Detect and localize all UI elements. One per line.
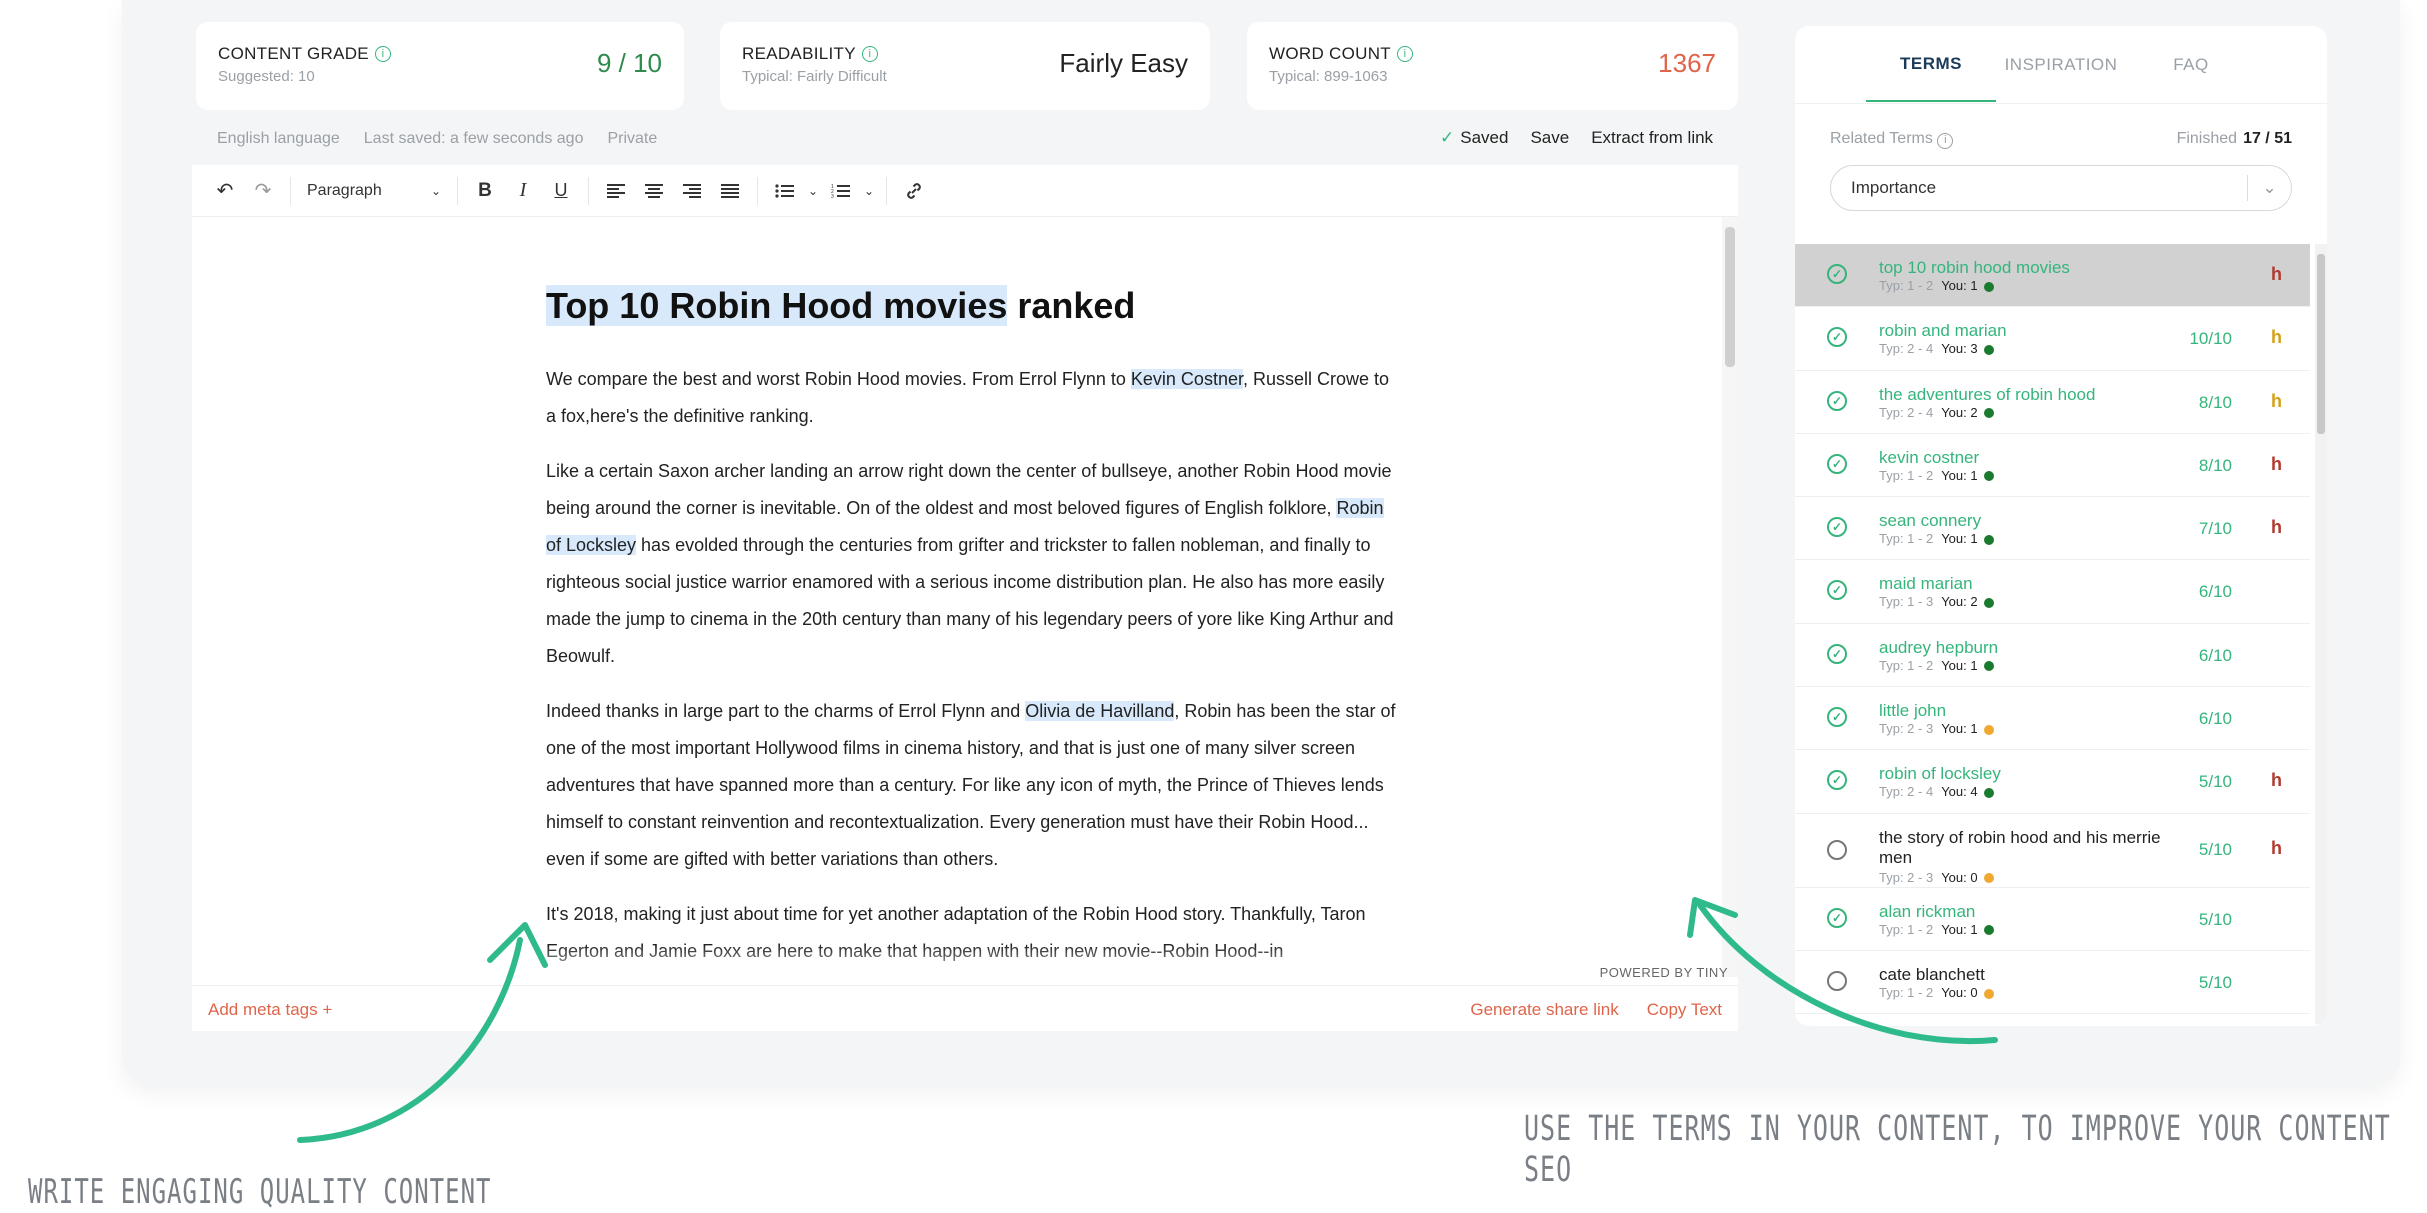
arrow-right xyxy=(1697,902,1998,1045)
arrow-left xyxy=(297,937,523,1143)
note-right: USE THE TERMS IN YOUR CONTENT, TO IMPROV… xyxy=(1524,1108,2391,1190)
annotation-arrows xyxy=(297,897,1998,1143)
note-left: WRITE ENGAGING QUALITY CONTENT xyxy=(28,1172,492,1212)
